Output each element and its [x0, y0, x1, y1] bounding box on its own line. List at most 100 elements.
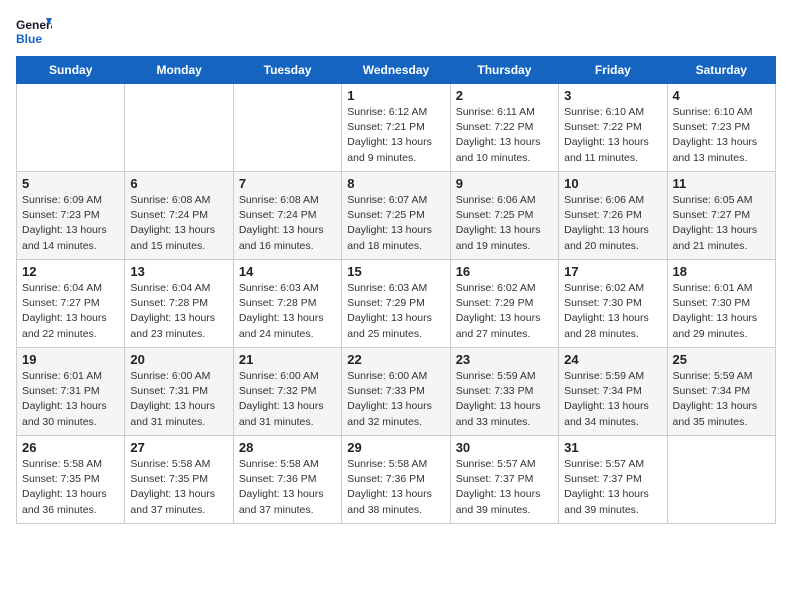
- weekday-header: Saturday: [667, 57, 775, 84]
- day-info: Sunrise: 5:57 AMSunset: 7:37 PMDaylight:…: [564, 457, 661, 518]
- calendar-cell: 20 Sunrise: 6:00 AMSunset: 7:31 PMDayligh…: [125, 348, 233, 436]
- day-info: Sunrise: 6:00 AMSunset: 7:32 PMDaylight:…: [239, 369, 336, 430]
- day-info: Sunrise: 6:06 AMSunset: 7:25 PMDaylight:…: [456, 193, 553, 254]
- calendar-cell: 25 Sunrise: 5:59 AMSunset: 7:34 PMDayligh…: [667, 348, 775, 436]
- day-number: 29: [347, 440, 444, 455]
- calendar-cell: 13Sunrise: 6:04 AMSunset: 7:28 PMDayligh…: [125, 260, 233, 348]
- calendar-cell: 2 Sunrise: 6:11 AMSunset: 7:22 PMDaylight…: [450, 84, 558, 172]
- day-info: Sunrise: 6:06 AMSunset: 7:26 PMDaylight:…: [564, 193, 661, 254]
- day-info: Sunrise: 6:04 AMSunset: 7:27 PMDaylight:…: [22, 281, 119, 342]
- day-info: Sunrise: 6:02 AMSunset: 7:29 PMDaylight:…: [456, 281, 553, 342]
- calendar-week-row: 26Sunrise: 5:58 AMSunset: 7:35 PMDayligh…: [17, 436, 776, 524]
- day-number: 9: [456, 176, 553, 191]
- calendar-cell: 5 Sunrise: 6:09 AMSunset: 7:23 PMDaylight…: [17, 172, 125, 260]
- page-header: General Blue: [16, 16, 776, 46]
- svg-text:General: General: [16, 18, 52, 32]
- day-number: 7: [239, 176, 336, 191]
- day-number: 10: [564, 176, 661, 191]
- calendar-cell: 18 Sunrise: 6:01 AMSunset: 7:30 PMDayligh…: [667, 260, 775, 348]
- calendar-cell: [667, 436, 775, 524]
- day-number: 24: [564, 352, 661, 367]
- calendar-week-row: 19 Sunrise: 6:01 AMSunset: 7:31 PMDayligh…: [17, 348, 776, 436]
- weekday-header: Thursday: [450, 57, 558, 84]
- weekday-header: Friday: [559, 57, 667, 84]
- calendar-cell: 29 Sunrise: 5:58 AMSunset: 7:36 PMDayligh…: [342, 436, 450, 524]
- calendar-cell: [233, 84, 341, 172]
- day-info: Sunrise: 6:01 AMSunset: 7:30 PMDaylight:…: [673, 281, 770, 342]
- day-number: 14: [239, 264, 336, 279]
- day-info: Sunrise: 5:58 AMSunset: 7:35 PMDaylight:…: [130, 457, 227, 518]
- day-number: 3: [564, 88, 661, 103]
- calendar-cell: 3 Sunrise: 6:10 AMSunset: 7:22 PMDaylight…: [559, 84, 667, 172]
- calendar-cell: 23Sunrise: 5:59 AMSunset: 7:33 PMDayligh…: [450, 348, 558, 436]
- day-number: 6: [130, 176, 227, 191]
- day-number: 20: [130, 352, 227, 367]
- day-number: 5: [22, 176, 119, 191]
- day-info: Sunrise: 6:09 AMSunset: 7:23 PMDaylight:…: [22, 193, 119, 254]
- calendar-cell: 8 Sunrise: 6:07 AMSunset: 7:25 PMDaylight…: [342, 172, 450, 260]
- weekday-header: Monday: [125, 57, 233, 84]
- day-number: 21: [239, 352, 336, 367]
- calendar-cell: 22Sunrise: 6:00 AMSunset: 7:33 PMDayligh…: [342, 348, 450, 436]
- calendar-week-row: 12Sunrise: 6:04 AMSunset: 7:27 PMDayligh…: [17, 260, 776, 348]
- weekday-header: Sunday: [17, 57, 125, 84]
- calendar-cell: 6 Sunrise: 6:08 AMSunset: 7:24 PMDaylight…: [125, 172, 233, 260]
- day-info: Sunrise: 6:03 AMSunset: 7:28 PMDaylight:…: [239, 281, 336, 342]
- calendar-cell: 30 Sunrise: 5:57 AMSunset: 7:37 PMDayligh…: [450, 436, 558, 524]
- day-info: Sunrise: 6:08 AMSunset: 7:24 PMDaylight:…: [130, 193, 227, 254]
- day-info: Sunrise: 6:10 AMSunset: 7:23 PMDaylight:…: [673, 105, 770, 166]
- day-number: 16: [456, 264, 553, 279]
- day-number: 2: [456, 88, 553, 103]
- day-number: 22: [347, 352, 444, 367]
- day-info: Sunrise: 6:10 AMSunset: 7:22 PMDaylight:…: [564, 105, 661, 166]
- day-info: Sunrise: 5:59 AMSunset: 7:34 PMDaylight:…: [673, 369, 770, 430]
- day-info: Sunrise: 6:04 AMSunset: 7:28 PMDaylight:…: [130, 281, 227, 342]
- day-number: 18: [673, 264, 770, 279]
- calendar-week-row: 1 Sunrise: 6:12 AMSunset: 7:21 PMDaylight…: [17, 84, 776, 172]
- day-info: Sunrise: 6:00 AMSunset: 7:31 PMDaylight:…: [130, 369, 227, 430]
- day-info: Sunrise: 6:12 AMSunset: 7:21 PMDaylight:…: [347, 105, 444, 166]
- day-info: Sunrise: 5:58 AMSunset: 7:35 PMDaylight:…: [22, 457, 119, 518]
- day-number: 27: [130, 440, 227, 455]
- day-info: Sunrise: 6:05 AMSunset: 7:27 PMDaylight:…: [673, 193, 770, 254]
- day-info: Sunrise: 6:02 AMSunset: 7:30 PMDaylight:…: [564, 281, 661, 342]
- calendar-cell: 1 Sunrise: 6:12 AMSunset: 7:21 PMDaylight…: [342, 84, 450, 172]
- day-info: Sunrise: 5:58 AMSunset: 7:36 PMDaylight:…: [239, 457, 336, 518]
- calendar-cell: 4Sunrise: 6:10 AMSunset: 7:23 PMDaylight…: [667, 84, 775, 172]
- day-number: 17: [564, 264, 661, 279]
- calendar-cell: 12Sunrise: 6:04 AMSunset: 7:27 PMDayligh…: [17, 260, 125, 348]
- day-info: Sunrise: 6:08 AMSunset: 7:24 PMDaylight:…: [239, 193, 336, 254]
- day-info: Sunrise: 5:57 AMSunset: 7:37 PMDaylight:…: [456, 457, 553, 518]
- calendar-cell: 9 Sunrise: 6:06 AMSunset: 7:25 PMDaylight…: [450, 172, 558, 260]
- calendar-table: SundayMondayTuesdayWednesdayThursdayFrid…: [16, 56, 776, 524]
- day-number: 25: [673, 352, 770, 367]
- day-number: 28: [239, 440, 336, 455]
- logo-svg: General Blue: [16, 16, 52, 46]
- day-number: 19: [22, 352, 119, 367]
- day-number: 1: [347, 88, 444, 103]
- day-info: Sunrise: 6:01 AMSunset: 7:31 PMDaylight:…: [22, 369, 119, 430]
- calendar-cell: 7 Sunrise: 6:08 AMSunset: 7:24 PMDaylight…: [233, 172, 341, 260]
- calendar-cell: 26Sunrise: 5:58 AMSunset: 7:35 PMDayligh…: [17, 436, 125, 524]
- day-number: 30: [456, 440, 553, 455]
- day-number: 23: [456, 352, 553, 367]
- calendar-cell: 17 Sunrise: 6:02 AMSunset: 7:30 PMDayligh…: [559, 260, 667, 348]
- calendar-cell: 24Sunrise: 5:59 AMSunset: 7:34 PMDayligh…: [559, 348, 667, 436]
- calendar-cell: 21 Sunrise: 6:00 AMSunset: 7:32 PMDayligh…: [233, 348, 341, 436]
- calendar-cell: 27 Sunrise: 5:58 AMSunset: 7:35 PMDayligh…: [125, 436, 233, 524]
- day-number: 31: [564, 440, 661, 455]
- calendar-cell: 14 Sunrise: 6:03 AMSunset: 7:28 PMDayligh…: [233, 260, 341, 348]
- day-info: Sunrise: 6:11 AMSunset: 7:22 PMDaylight:…: [456, 105, 553, 166]
- calendar-cell: 10 Sunrise: 6:06 AMSunset: 7:26 PMDayligh…: [559, 172, 667, 260]
- calendar-cell: 15Sunrise: 6:03 AMSunset: 7:29 PMDayligh…: [342, 260, 450, 348]
- calendar-cell: 11 Sunrise: 6:05 AMSunset: 7:27 PMDayligh…: [667, 172, 775, 260]
- logo: General Blue: [16, 16, 52, 46]
- calendar-cell: 19 Sunrise: 6:01 AMSunset: 7:31 PMDayligh…: [17, 348, 125, 436]
- day-info: Sunrise: 5:58 AMSunset: 7:36 PMDaylight:…: [347, 457, 444, 518]
- calendar-cell: [125, 84, 233, 172]
- day-number: 8: [347, 176, 444, 191]
- day-info: Sunrise: 6:07 AMSunset: 7:25 PMDaylight:…: [347, 193, 444, 254]
- day-number: 15: [347, 264, 444, 279]
- svg-text:Blue: Blue: [16, 32, 42, 46]
- day-number: 11: [673, 176, 770, 191]
